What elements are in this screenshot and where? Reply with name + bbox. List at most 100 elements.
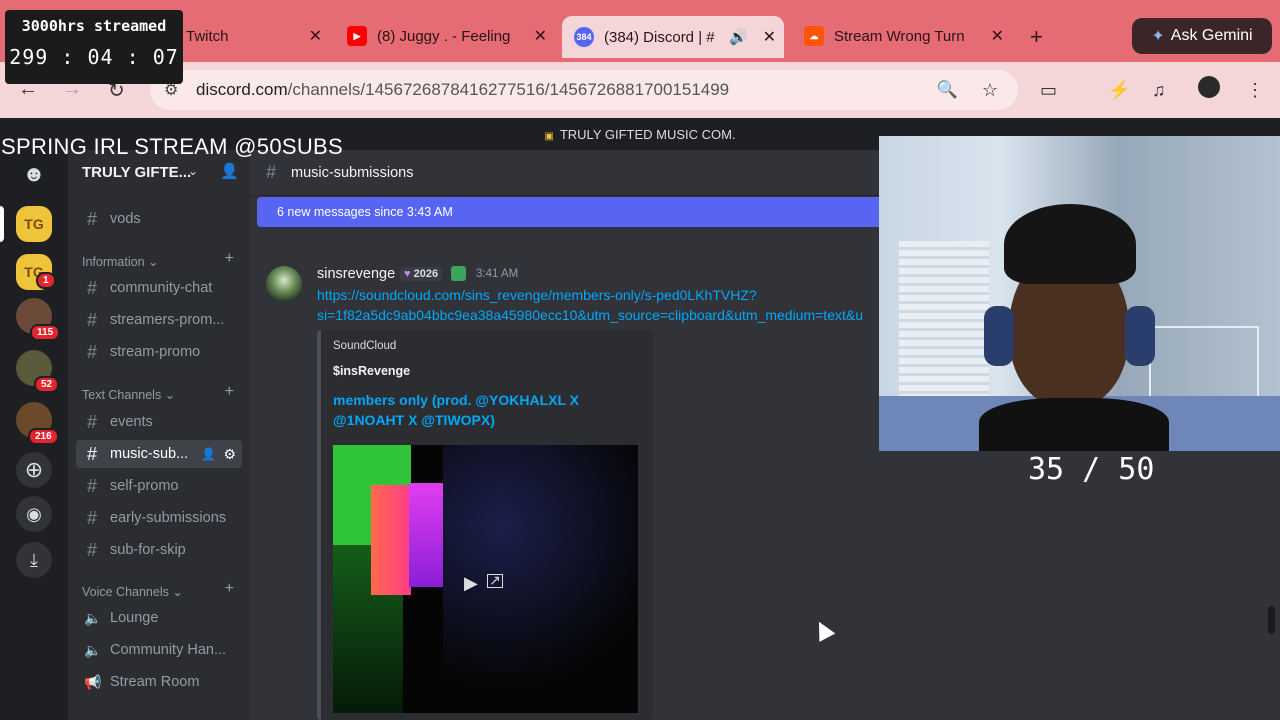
embed-title[interactable]: members only (prod. @YOKHALXL X @1NOAHT … — [333, 390, 633, 430]
close-icon[interactable]: ✕ — [763, 27, 776, 47]
download-icon[interactable]: ⤓ — [16, 542, 52, 578]
channel-events[interactable]: # events — [76, 408, 242, 436]
timer-minutes: 04 — [87, 45, 114, 69]
stage-icon: 📢 — [84, 673, 102, 690]
channel-label: Lounge — [110, 610, 159, 626]
webcam-headphone-right — [1125, 306, 1155, 366]
close-icon[interactable]: ✕ — [534, 26, 547, 46]
webcam-durag — [1004, 204, 1136, 284]
ask-gemini-button[interactable]: ✦ Ask Gemini — [1132, 18, 1272, 54]
channel-self-promo[interactable]: # self-promo — [76, 472, 242, 500]
thumbnail-pink — [371, 485, 411, 595]
hash-icon: # — [86, 539, 97, 560]
channel-label: Stream Room — [110, 674, 200, 690]
add-channel-icon[interactable]: + — [225, 580, 234, 598]
embed-author[interactable]: $insRevenge — [333, 364, 410, 378]
thumbnail-magenta — [409, 483, 445, 587]
speaker-icon: 🔈 — [84, 609, 102, 626]
screen: Twitch ✕ ▶ (8) Juggy . - Feeling ✕ 384 (… — [0, 0, 1280, 720]
tab-youtube[interactable]: ▶ (8) Juggy . - Feeling ✕ — [335, 18, 555, 54]
webcam-headphone-left — [984, 306, 1014, 366]
stream-timer-overlay: 3000hrs streamed 299 : 04 : 07 — [5, 10, 183, 84]
voice-channel-stream-room[interactable]: 📢 Stream Room — [76, 668, 242, 696]
cast-icon[interactable]: ▭ — [1040, 80, 1057, 101]
server-truly-gifted[interactable]: TG — [16, 206, 52, 242]
channel-label: music-sub... — [110, 446, 189, 462]
timer-seconds: 07 — [152, 45, 179, 69]
channel-stream-promo[interactable]: # stream-promo — [76, 338, 242, 366]
avatar[interactable] — [266, 266, 302, 302]
profile-avatar[interactable] — [1198, 76, 1220, 98]
channel-label: events — [110, 414, 153, 430]
gemini-icon: ✦ — [1151, 28, 1165, 45]
close-icon[interactable]: ✕ — [991, 26, 1004, 46]
speaker-icon: 🔈 — [84, 641, 102, 658]
message-link[interactable]: https://soundcloud.com/sins_revenge/memb… — [317, 287, 757, 303]
streamed-hours-title: 3000hrs streamed — [21, 17, 167, 35]
server-name[interactable]: TRULY GIFTE... — [82, 164, 191, 181]
new-messages-bar[interactable]: 6 new messages since 3:43 AM — [257, 197, 880, 227]
hash-icon: # — [86, 309, 97, 330]
channel-streamers-promo[interactable]: # streamers-prom... — [76, 306, 242, 334]
gear-icon[interactable]: ⚙ — [223, 446, 236, 463]
guild-tag-label: 2026 — [413, 268, 439, 280]
voice-channel-community[interactable]: 🔈 Community Han... — [76, 636, 242, 664]
channel-label: sub-for-skip — [110, 542, 186, 558]
tab-label: Twitch — [186, 27, 229, 45]
channel-title: music-submissions — [291, 165, 414, 181]
address-bar[interactable]: ⚙ discord.com/channels/14567268784162775… — [150, 70, 1018, 110]
chat-scrollbar[interactable] — [1268, 606, 1275, 634]
channel-label: community-chat — [110, 280, 213, 296]
category-information[interactable]: Information ⌄ — [82, 254, 158, 269]
channel-early-submissions[interactable]: # early-submissions — [76, 504, 242, 532]
ask-gemini-label: Ask Gemini — [1170, 27, 1253, 44]
zoom-icon[interactable]: 🔍 — [937, 80, 958, 100]
browser-toolbar: ← → ↻ ⚙ discord.com/channels/14567268784… — [0, 62, 1280, 118]
media-icon[interactable]: ♫ — [1152, 80, 1166, 101]
channel-label: early-submissions — [110, 510, 227, 526]
channel-community-chat[interactable]: # community-chat — [76, 274, 242, 302]
chevron-down-icon[interactable]: ⌄ — [188, 164, 198, 178]
server-logo-icon: ▣ — [544, 131, 554, 142]
hash-icon: # — [86, 277, 97, 298]
hash-icon: # — [86, 341, 97, 362]
sub-goal-counter: 35 / 50 — [1028, 452, 1155, 487]
new-tab-icon[interactable]: + — [1030, 24, 1043, 50]
unread-badge: 52 — [34, 376, 60, 393]
extension-icon[interactable]: ⚡ — [1108, 80, 1130, 101]
speaker-icon[interactable]: 🔊 — [729, 28, 748, 46]
open-external-icon[interactable]: ↗ — [487, 573, 503, 588]
message-timestamp: 3:41 AM — [476, 268, 519, 280]
server-selected-pill — [0, 206, 4, 242]
bookmark-star-icon[interactable]: ☆ — [982, 80, 998, 101]
category-text-channels[interactable]: Text Channels ⌄ — [82, 387, 175, 402]
discord-home-icon[interactable]: ☻ — [16, 156, 52, 192]
category-label: Information — [82, 255, 145, 269]
discover-icon[interactable]: ◉ — [16, 496, 52, 532]
category-voice-channels[interactable]: Voice Channels ⌄ — [82, 584, 183, 599]
channel-music-submissions[interactable]: # music-sub... 👤 ⚙ — [76, 440, 242, 468]
url-path: /channels/1456726878416277516/1456726881… — [287, 80, 730, 99]
voice-channel-lounge[interactable]: 🔈 Lounge — [76, 604, 242, 632]
channel-vods[interactable]: # vods — [76, 205, 242, 233]
invite-user-icon[interactable]: 👤 — [220, 162, 239, 180]
message-link-cont[interactable]: si=1f82a5dc9ab04bbc9ea38a45980ecc10&utm_… — [317, 307, 879, 323]
add-server-icon[interactable]: ⊕ — [16, 452, 52, 488]
play-icon[interactable]: ▶ — [464, 573, 478, 594]
link-embed: SoundCloud $insRevenge members only (pro… — [317, 330, 653, 720]
hash-icon: # — [86, 411, 97, 432]
tab-discord[interactable]: 384 (384) Discord | # 🔊 ✕ — [562, 16, 784, 58]
embed-video-thumbnail[interactable]: ▶ ↗ — [333, 445, 638, 713]
invite-icon[interactable]: 👤 — [201, 447, 216, 461]
tab-soundcloud[interactable]: ☁ Stream Wrong Turn ✕ — [792, 18, 1012, 54]
menu-icon[interactable]: ⋮ — [1246, 80, 1264, 101]
add-channel-icon[interactable]: + — [225, 250, 234, 268]
channel-sub-for-skip[interactable]: # sub-for-skip — [76, 536, 242, 564]
close-icon[interactable]: ✕ — [309, 26, 322, 46]
message-author[interactable]: sinsrevenge — [317, 266, 395, 282]
add-channel-icon[interactable]: + — [225, 383, 234, 401]
unread-badge: 115 — [30, 324, 61, 341]
channel-label: self-promo — [110, 478, 179, 494]
timer-hours: 299 — [9, 45, 49, 69]
hash-icon: # — [86, 443, 97, 464]
